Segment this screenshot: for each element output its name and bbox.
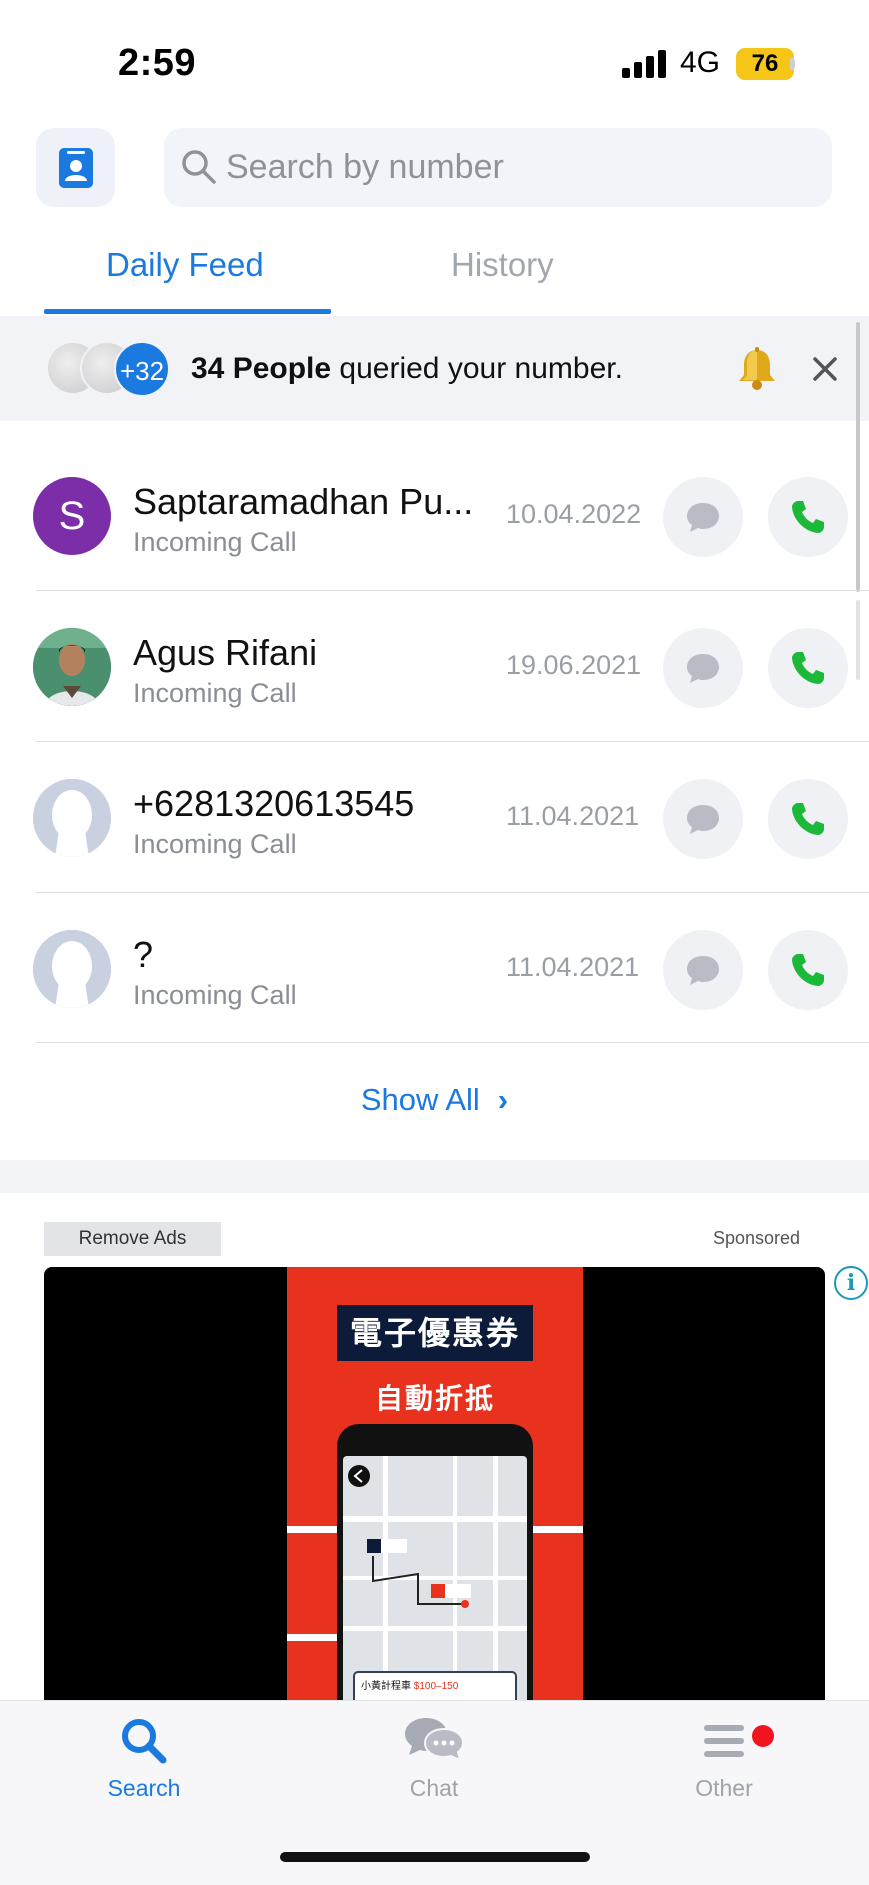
signal-icon [622,50,668,78]
show-all-label: Show All [360,1082,480,1117]
ad-creative: 電子優惠券 自動折抵 小黃計程車 $100–150 [287,1267,583,1707]
home-indicator[interactable] [280,1852,590,1862]
chat-bubble-icon [687,503,719,532]
chevron-right-icon: › [497,1082,509,1117]
message-button[interactable] [663,930,743,1010]
nav-label: Chat [409,1775,459,1801]
route-icon [348,1465,471,1608]
call-list-item[interactable]: ? Incoming Call 11.04.2021 [0,892,869,1043]
call-button[interactable] [768,477,848,557]
caller-name: ? [133,934,154,975]
tab-daily-feed[interactable]: Daily Feed [106,246,264,284]
close-icon[interactable] [810,354,840,384]
bell-icon[interactable] [734,346,780,392]
caller-name: +6281320613545 [133,783,415,824]
contacts-button[interactable] [36,128,115,207]
message-button[interactable] [663,477,743,557]
queried-number-banner[interactable]: +32 34 People queried your number. [0,316,869,421]
chat-bubble-icon [687,654,719,683]
caller-name: Saptaramadhan Pu... [133,481,474,522]
banner-text: queried your number. [331,352,623,385]
menu-icon [704,1725,744,1757]
ad-card-text: 小黃計程車 [361,1681,411,1692]
user-photo-icon [33,628,111,706]
caller-name: Agus Rifani [133,632,318,673]
ad-card-price: $100–150 [413,1681,459,1692]
phone-icon [792,954,824,986]
avatar [33,930,111,1008]
nav-label: Other [695,1775,753,1801]
people-count-badge: +32 [114,341,170,397]
sponsored-label: Sponsored [713,1228,801,1248]
call-button[interactable] [768,779,848,859]
ad-stripe [533,1526,583,1533]
search-icon [182,150,216,184]
search-bar[interactable] [164,128,832,207]
nav-chat[interactable]: Chat [354,1715,514,1802]
call-type: Incoming Call [133,527,297,557]
default-avatar-icon [33,930,111,1008]
phone-icon [792,803,824,835]
ad-map-screen: 小黃計程車 $100–150 [343,1456,527,1707]
divider [36,1042,869,1043]
call-list-item[interactable]: +6281320613545 Incoming Call 11.04.2021 [0,741,869,892]
remove-ads-button[interactable]: Remove Ads [44,1222,221,1256]
default-avatar-icon [33,779,111,857]
show-all-button[interactable]: Show All › [0,1082,869,1128]
chat-bubble-icon [687,805,719,834]
call-type: Incoming Call [133,980,297,1010]
phone-icon [792,501,824,533]
status-bar: 2:59 4G 76 [0,0,869,120]
nav-search[interactable]: Search [64,1715,224,1802]
call-date: 11.04.2021 [506,801,640,831]
call-type: Incoming Call [133,829,297,859]
call-date: 11.04.2021 [506,952,640,982]
app-screen: 2:59 4G 76 Daily Feed History [0,0,869,1885]
ad-subtitle: 自動折抵 [374,1383,495,1414]
ad-stripe [287,1634,337,1641]
tab-history[interactable]: History [451,246,554,284]
ad-stripe [287,1526,337,1533]
active-tab-indicator [44,309,331,314]
call-list-item[interactable]: Agus Rifani Incoming Call 19.06.2021 [0,590,869,741]
ad-phone-mockup: 小黃計程車 $100–150 [337,1424,533,1707]
avatar: S [33,477,111,555]
status-time: 2:59 [118,42,197,84]
search-icon [122,1719,167,1764]
avatar [33,779,111,857]
battery-cap [790,58,795,70]
message-button[interactable] [663,628,743,708]
phone-icon [792,652,824,684]
contact-book-icon [59,148,93,188]
avatar [33,628,111,706]
call-button[interactable] [768,930,848,1010]
call-list-item[interactable]: S Saptaramadhan Pu... Incoming Call 10.0… [0,439,869,590]
call-date: 19.06.2021 [506,650,642,680]
nav-other[interactable]: Other [644,1715,804,1802]
call-type: Incoming Call [133,678,297,708]
banner-count: 34 People [191,352,332,385]
banner-message: 34 People queried your number. [191,352,623,386]
ad-banner[interactable]: 電子優惠券 自動折抵 小黃計程車 $100–150 [44,1267,825,1707]
network-type: 4G [680,46,721,79]
search-input[interactable] [226,128,816,207]
notification-dot [752,1725,774,1747]
call-button[interactable] [768,628,848,708]
call-date: 10.04.2022 [506,499,642,529]
chat-bubble-icon [687,956,719,985]
battery-icon: 76 [736,48,794,80]
chat-icon [405,1718,465,1762]
message-button[interactable] [663,779,743,859]
nav-label: Search [107,1775,181,1801]
ad-title: 電子優惠券 [337,1305,533,1361]
section-divider [0,1160,869,1193]
ad-info-icon[interactable]: i [834,1266,868,1300]
